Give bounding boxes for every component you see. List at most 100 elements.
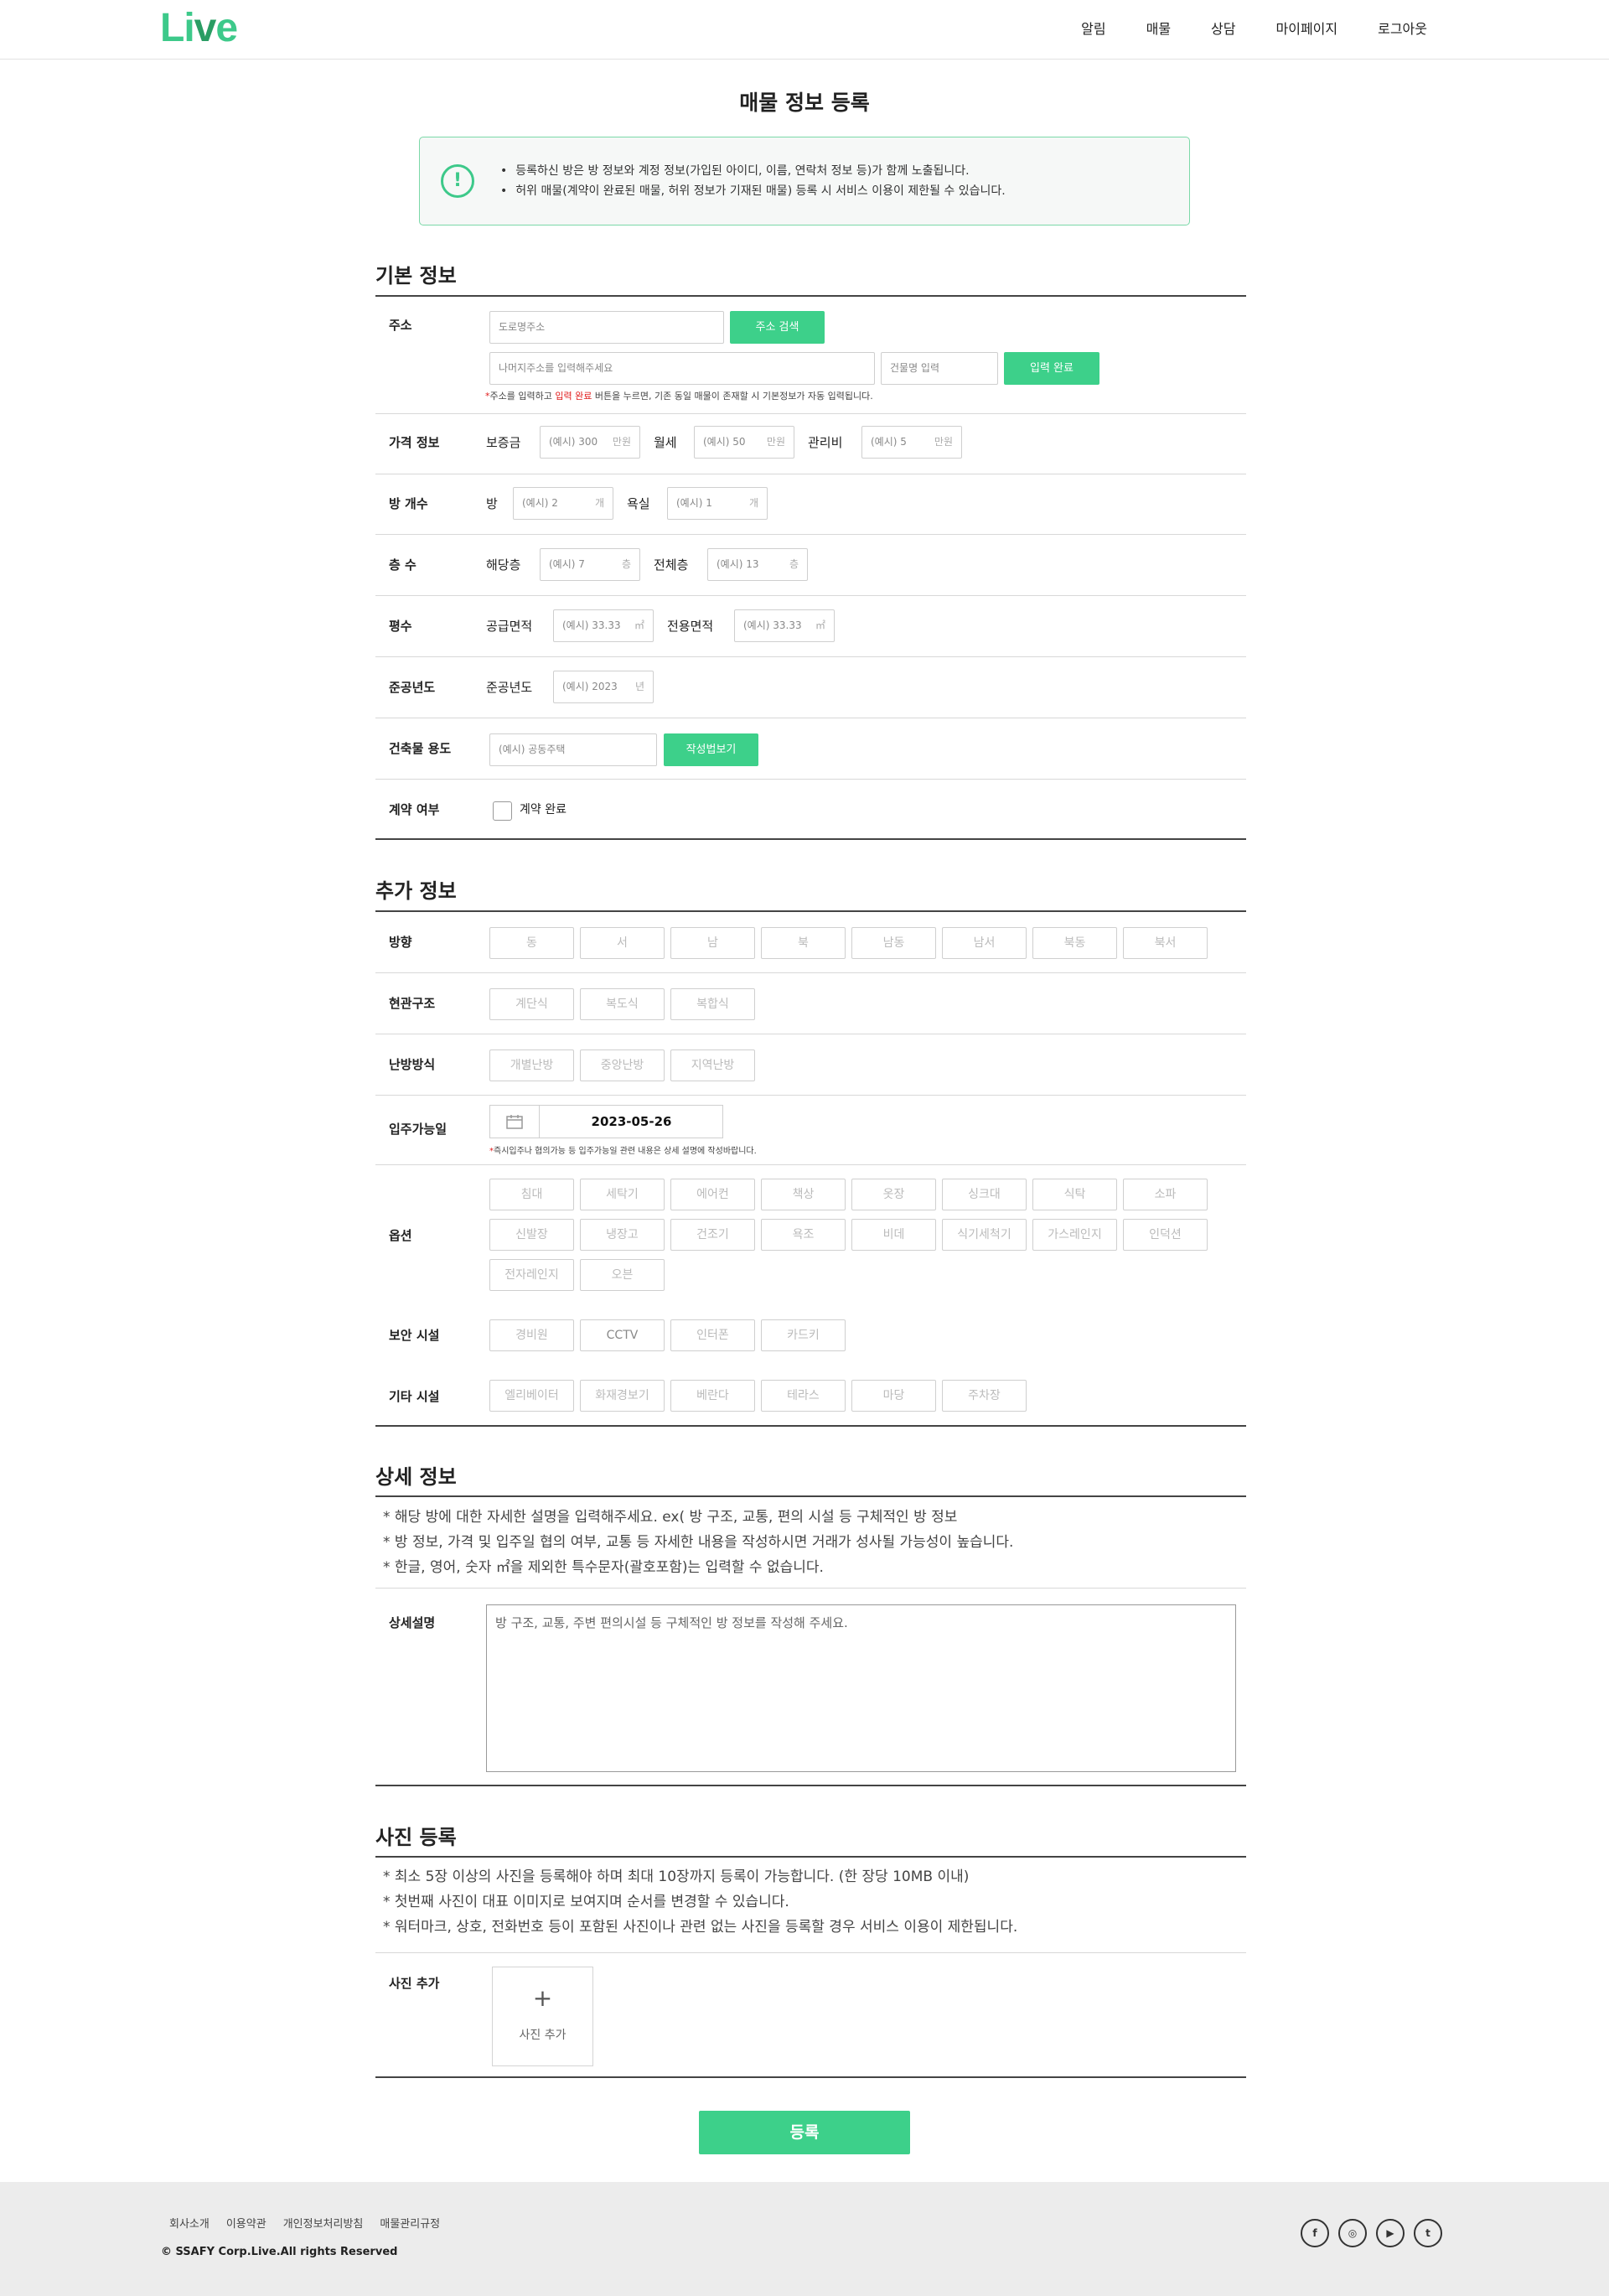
option-item[interactable]: 식탁: [1032, 1179, 1117, 1210]
twitter-icon[interactable]: t: [1414, 2219, 1442, 2247]
photo-add-button[interactable]: + 사진 추가: [492, 1967, 593, 2066]
deposit-input[interactable]: (예시) 300 만원: [540, 426, 640, 459]
security-option[interactable]: 인터폰: [670, 1319, 755, 1351]
heating-option[interactable]: 중앙난방: [580, 1050, 665, 1081]
built-year-input[interactable]: (예시) 2023 년: [553, 671, 654, 703]
detail-address-input[interactable]: 나머지주소를 입력해주세요: [489, 352, 875, 385]
structure-option[interactable]: 복합식: [670, 988, 755, 1020]
heating-option[interactable]: 지역난방: [670, 1050, 755, 1081]
nav-consult[interactable]: 상담: [1211, 20, 1235, 39]
youtube-icon[interactable]: ▶: [1376, 2219, 1405, 2247]
bath-count-input[interactable]: (예시) 1개: [667, 487, 768, 520]
total-floor-input[interactable]: (예시) 13 층: [707, 548, 808, 581]
direction-option[interactable]: 남동: [851, 927, 936, 959]
direction-option[interactable]: 남서: [942, 927, 1027, 959]
option-item[interactable]: 인덕션: [1123, 1219, 1208, 1251]
logo[interactable]: Live: [160, 5, 238, 52]
building-name-input[interactable]: 건물명 입력: [881, 352, 998, 385]
option-item[interactable]: 소파: [1123, 1179, 1208, 1210]
footer-link[interactable]: 개인정보처리방침: [283, 2215, 364, 2231]
contract-done-checkbox[interactable]: [493, 801, 512, 821]
submit-button[interactable]: 등록: [699, 2111, 910, 2154]
fee-input[interactable]: (예시) 5 만원: [861, 426, 962, 459]
room-count-input[interactable]: (예시) 2개: [513, 487, 613, 520]
contract-done-label[interactable]: 계약 완료: [520, 801, 567, 819]
section-title-photos: 사진 등록: [375, 1826, 457, 1849]
building-usage-input[interactable]: (예시) 공동주택: [489, 733, 657, 766]
monthly-input[interactable]: (예시) 50 만원: [694, 426, 794, 459]
divider: [375, 1495, 1246, 1497]
direction-option[interactable]: 서: [580, 927, 665, 959]
structure-option[interactable]: 계단식: [489, 988, 574, 1020]
notice-line: 허위 매물(계약이 완료된 매물, 허위 정보가 기재된 매물) 등록 시 서비…: [500, 181, 1005, 201]
footer-link[interactable]: 회사소개: [169, 2215, 210, 2231]
facility-option[interactable]: 엘리베이터: [489, 1380, 574, 1412]
supply-area-label: 공급면적: [486, 619, 533, 634]
bath-label: 욕실: [627, 496, 650, 511]
option-item[interactable]: 에어컨: [670, 1179, 755, 1210]
option-item[interactable]: 비데: [851, 1219, 936, 1251]
move-in-date-value[interactable]: 2023-05-26: [540, 1106, 723, 1138]
footer-link[interactable]: 이용약관: [226, 2215, 266, 2231]
facility-option[interactable]: 마당: [851, 1380, 936, 1412]
supply-area-input[interactable]: (예시) 33.33 ㎡: [553, 609, 654, 642]
section-title-basic: 기본 정보: [375, 264, 457, 288]
year-label: 준공년도: [389, 680, 436, 695]
option-item[interactable]: 신발장: [489, 1219, 574, 1251]
road-address-input[interactable]: 도로명주소: [489, 311, 724, 344]
move-in-label: 입주가능일: [389, 1122, 448, 1137]
nav-listings[interactable]: 매물: [1146, 20, 1171, 39]
direction-option[interactable]: 북동: [1032, 927, 1117, 959]
option-item[interactable]: 전자레인지: [489, 1259, 574, 1291]
direction-option[interactable]: 북: [761, 927, 846, 959]
facility-option[interactable]: 베란다: [670, 1380, 755, 1412]
option-item[interactable]: 옷장: [851, 1179, 936, 1210]
address-search-button[interactable]: 주소 검색: [730, 311, 825, 344]
security-option[interactable]: 카드키: [761, 1319, 846, 1351]
exclusive-area-label: 전용면적: [667, 619, 714, 634]
nav-logout[interactable]: 로그아웃: [1378, 20, 1427, 39]
address-done-button[interactable]: 입력 완료: [1004, 352, 1099, 385]
detail-note: * 한글, 영어, 숫자 ㎡을 제외한 특수문자(괄호포함)는 입력할 수 없습…: [383, 1559, 824, 1576]
facility-option[interactable]: 테라스: [761, 1380, 846, 1412]
facility-option[interactable]: 화재경보기: [580, 1380, 665, 1412]
address-hint: *주소를 입력하고 입력 완료 버튼을 누르면, 기존 동일 매물이 존재할 시…: [485, 391, 873, 402]
nav-mypage[interactable]: 마이페이지: [1276, 20, 1338, 39]
option-item[interactable]: 세탁기: [580, 1179, 665, 1210]
site-footer: 회사소개 이용약관 개인정보처리방침 매물관리규정 © SSAFY Corp.L…: [0, 2182, 1609, 2296]
direction-option[interactable]: 남: [670, 927, 755, 959]
option-item[interactable]: 책상: [761, 1179, 846, 1210]
structure-option[interactable]: 복도식: [580, 988, 665, 1020]
option-item[interactable]: 냉장고: [580, 1219, 665, 1251]
divider: [375, 838, 1246, 840]
photo-add-button-label: 사진 추가: [519, 2029, 567, 2042]
row-divider: [375, 534, 1246, 535]
option-item[interactable]: 침대: [489, 1179, 574, 1210]
row-divider: [375, 972, 1246, 973]
detail-note: * 해당 방에 대한 자세한 설명을 입력해주세요. ex( 방 구조, 교통,…: [383, 1509, 958, 1526]
security-option[interactable]: CCTV: [580, 1319, 665, 1351]
option-item[interactable]: 싱크대: [942, 1179, 1027, 1210]
instagram-icon[interactable]: ◎: [1338, 2219, 1367, 2247]
nav-notifications[interactable]: 알림: [1081, 20, 1105, 39]
option-item[interactable]: 욕조: [761, 1219, 846, 1251]
option-item[interactable]: 가스레인지: [1032, 1219, 1117, 1251]
footer-link[interactable]: 매물관리규정: [380, 2215, 440, 2231]
site-header: Live 알림 매물 상담 마이페이지 로그아웃: [0, 0, 1609, 60]
detail-description-textarea[interactable]: 방 구조, 교통, 주변 편의시설 등 구체적인 방 정보를 작성해 주세요.: [486, 1604, 1236, 1772]
option-item[interactable]: 건조기: [670, 1219, 755, 1251]
direction-option[interactable]: 북서: [1123, 927, 1208, 959]
calendar-icon[interactable]: [490, 1106, 540, 1138]
heating-option[interactable]: 개별난방: [489, 1050, 574, 1081]
current-floor-input[interactable]: (예시) 7층: [540, 548, 640, 581]
structure-label: 현관구조: [389, 996, 436, 1011]
option-item[interactable]: 오븐: [580, 1259, 665, 1291]
facebook-icon[interactable]: f: [1301, 2219, 1329, 2247]
option-item[interactable]: 식기세척기: [942, 1219, 1027, 1251]
facility-option[interactable]: 주차장: [942, 1380, 1027, 1412]
exclusive-area-input[interactable]: (예시) 33.33 ㎡: [734, 609, 835, 642]
usage-guide-button[interactable]: 작성법보기: [664, 733, 758, 766]
direction-option[interactable]: 동: [489, 927, 574, 959]
security-option[interactable]: 경비원: [489, 1319, 574, 1351]
move-in-date-picker[interactable]: 2023-05-26: [489, 1105, 723, 1138]
